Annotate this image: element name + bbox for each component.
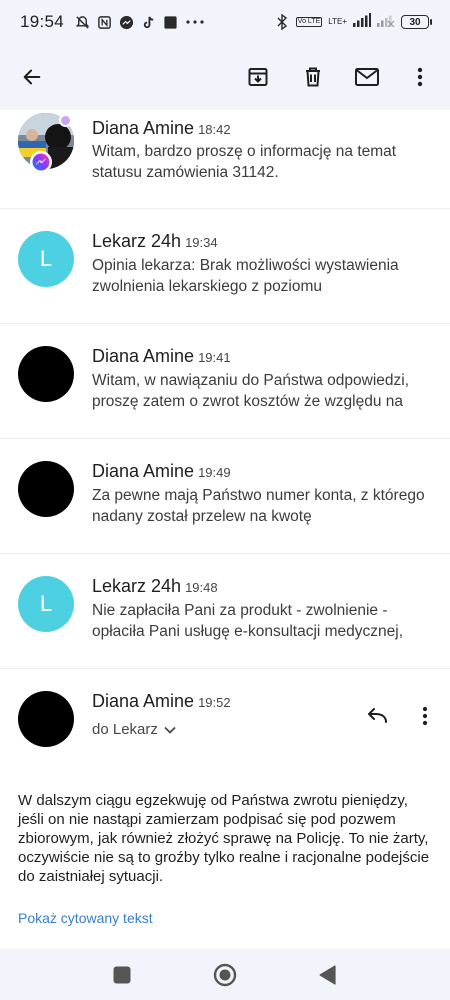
message-thread: Diana Amine 18:42 Witam, bardzo proszę o … (0, 110, 450, 669)
delete-button[interactable] (293, 44, 333, 110)
more-vert-icon (417, 67, 423, 87)
message-sender: Lekarz 24h 19:34 (92, 231, 218, 251)
system-nav-bar (0, 949, 450, 1000)
back-triangle-icon (319, 965, 336, 985)
message-more-button[interactable] (410, 699, 440, 733)
message-time: 19:34 (185, 235, 218, 250)
message-sender: Diana Amine 19:41 (92, 346, 231, 366)
more-vert-icon (422, 706, 428, 726)
tiktok-icon (140, 14, 156, 30)
message-item[interactable]: Diana Amine 19:41 Witam, w nawiązaniu do … (0, 324, 450, 439)
message-snippet: Nie zapłaciła Pani za produkt - zwolnien… (92, 602, 404, 640)
system-back-button[interactable] (309, 957, 345, 993)
nfc-icon (96, 14, 112, 30)
message-time: 18:42 (198, 122, 231, 137)
message-item[interactable]: Diana Amine 18:42 Witam, bardzo proszę o … (0, 110, 450, 209)
back-button[interactable] (12, 44, 52, 110)
message-snippet: Opinia lekarza: Brak możliwości wystawie… (92, 257, 399, 295)
message-sender: Diana Amine 18:42 (92, 118, 231, 138)
avatar: L (18, 576, 74, 632)
message-time: 19:49 (198, 465, 231, 480)
network-type-label: LTE+ (328, 17, 347, 26)
reply-icon (368, 708, 387, 723)
message-snippet: Witam, w nawiązaniu do Państwa odpowiedz… (92, 372, 410, 410)
avatar (18, 691, 74, 747)
battery-level: 30 (401, 15, 429, 29)
home-circle-icon (213, 963, 237, 987)
delete-icon (306, 67, 320, 87)
recipient-label: do Lekarz (92, 721, 158, 738)
status-time: 19:54 (20, 12, 65, 31)
muted-bell-icon (74, 14, 90, 30)
online-dot (59, 114, 72, 127)
message-item[interactable]: L Lekarz 24h 19:34 Opinia lekarza: Brak m… (0, 209, 450, 324)
messenger-icon (118, 14, 134, 30)
expanded-message: Diana Amine 19:52 do Lekarz W dalszym cią… (0, 669, 450, 949)
mark-unread-button[interactable] (347, 44, 387, 110)
avatar (18, 461, 74, 517)
recents-button[interactable] (104, 957, 140, 993)
back-arrow-icon (23, 69, 41, 85)
message-snippet: Witam, bardzo proszę o informację na tem… (92, 143, 397, 181)
avatar: L (18, 231, 74, 287)
signal-icon (353, 12, 371, 32)
bluetooth-icon (274, 14, 290, 30)
recipient-details-toggle[interactable]: do Lekarz (92, 721, 176, 738)
volte-badge: Vo LTE (295, 17, 323, 27)
message-time: 19:41 (198, 350, 231, 365)
message-time: 19:48 (185, 580, 218, 595)
message-body: W dalszym ciągu egzekwuję od Państwa zwr… (18, 792, 430, 885)
system-status-icons: Vo LTE LTE+ 30 (274, 12, 432, 32)
home-button[interactable] (207, 957, 243, 993)
more-options-button[interactable] (400, 44, 440, 110)
recents-square-icon (113, 966, 131, 984)
message-snippet: Za pewne mają Państwo numer konta, z któ… (92, 487, 425, 525)
avatar (18, 346, 74, 402)
message-item[interactable]: Diana Amine 19:49 Za pewne mają Państwo n… (0, 439, 450, 554)
avatar (18, 113, 74, 173)
reply-button[interactable] (358, 699, 396, 733)
message-item[interactable]: L Lekarz 24h 19:48 Nie zapłaciła Pani za … (0, 554, 450, 669)
notification-icons (74, 14, 206, 30)
archive-button[interactable] (238, 44, 278, 110)
messenger-badge-icon (30, 151, 52, 173)
chevron-down-icon (164, 726, 176, 734)
battery-icon: 30 (401, 15, 432, 29)
more-dots-icon (184, 14, 206, 30)
status-bar: 19:54 Vo LTE LTE+ 30 (0, 0, 450, 44)
message-sender: Diana Amine 19:52 (92, 691, 231, 711)
archive-icon (248, 68, 268, 86)
message-sender: Lekarz 24h 19:48 (92, 576, 218, 596)
signal-weak-icon (377, 13, 395, 32)
show-quoted-text-link[interactable]: Pokaż cytowany tekst (18, 910, 153, 926)
message-sender: Diana Amine 19:49 (92, 461, 231, 481)
top-toolbar (0, 44, 450, 110)
mark-unread-icon (355, 68, 379, 86)
message-time: 19:52 (198, 695, 231, 710)
square-icon (162, 14, 178, 30)
